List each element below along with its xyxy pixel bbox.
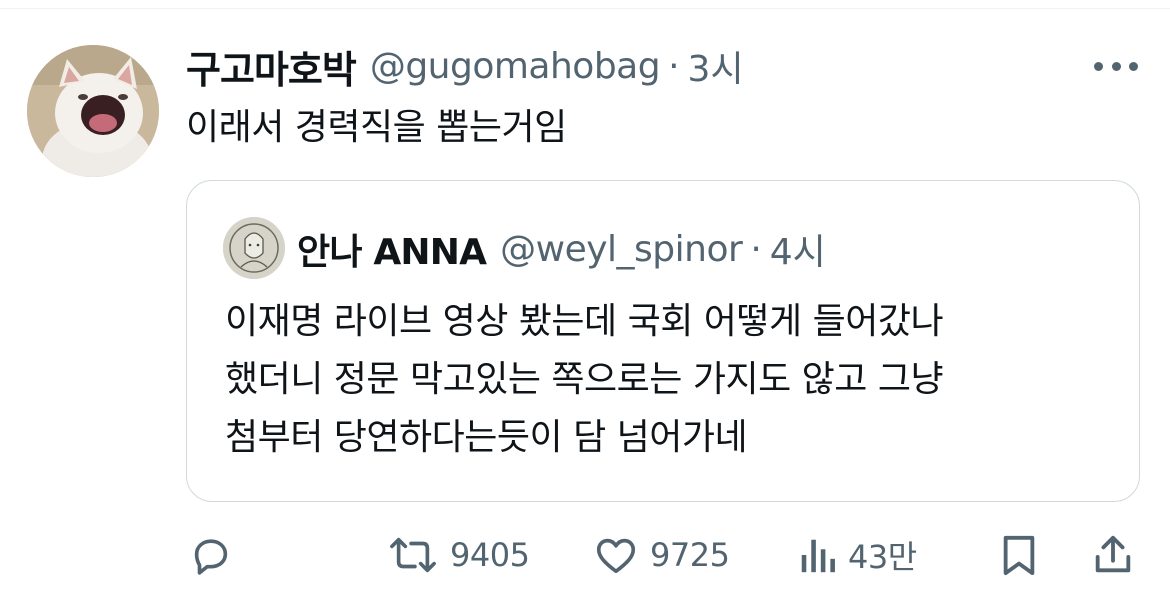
views-count: 43만 (848, 538, 917, 576)
quoted-author-avatar[interactable] (223, 217, 285, 279)
retweet-button[interactable]: 9405 (386, 532, 530, 578)
quoted-author-handle[interactable]: @weyl_spinor (500, 229, 743, 270)
quoted-text-line: 이재명 라이브 영상 봤는데 국회 어떻게 들어갔나 (225, 301, 944, 342)
author-name[interactable]: 구고마호박 (186, 39, 357, 94)
quoted-text-line: 첨부터 당연하다는듯이 담 넘어가네 (225, 417, 748, 458)
share-button[interactable] (1090, 532, 1136, 578)
heart-icon (596, 538, 636, 574)
reply-icon (194, 539, 228, 575)
bookmark-icon (1003, 535, 1035, 576)
bookmark-button[interactable] (998, 532, 1040, 578)
share-icon (1095, 535, 1131, 573)
action-bar: 9405 9725 43만 (0, 520, 1170, 590)
separator-dot: · (668, 45, 680, 87)
top-divider (0, 8, 1170, 9)
author-handle[interactable]: @gugomahobag (370, 46, 661, 87)
reply-button[interactable] (188, 532, 234, 578)
views-button[interactable]: 43만 (796, 532, 917, 578)
like-button[interactable]: 9725 (592, 532, 730, 578)
quoted-tweet-time[interactable]: 4시 (770, 223, 826, 275)
quoted-text-line: 했더니 정문 막고있는 쪽으로는 가지도 않고 그냥 (225, 359, 944, 400)
views-icon (801, 539, 835, 573)
retweet-icon (390, 537, 436, 573)
cat-avatar-image (27, 45, 159, 177)
tweet-text: 이래서 경력직을 뽑는거임 (186, 107, 567, 148)
quoted-tweet-header: 안나 ANNA @weyl_spinor · 4시 (297, 221, 826, 277)
tweet-header: 구고마호박 @gugomahobag · 3시 (186, 38, 744, 94)
more-options-icon[interactable] (1094, 60, 1138, 72)
like-count: 9725 (650, 536, 730, 574)
quoted-tweet[interactable]: 안나 ANNA @weyl_spinor · 4시 이재명 라이브 영상 봤는데… (186, 180, 1140, 502)
retweet-count: 9405 (450, 536, 530, 574)
quoted-tweet-text: 이재명 라이브 영상 봤는데 국회 어떻게 들어갔나 했더니 정문 막고있는 쪽… (225, 293, 1125, 467)
quoted-author-name[interactable]: 안나 ANNA (297, 223, 487, 275)
quoted-separator-dot: · (750, 228, 762, 270)
sketch-avatar-image (223, 217, 285, 279)
author-avatar[interactable] (27, 45, 159, 177)
tweet-time[interactable]: 3시 (688, 40, 744, 92)
